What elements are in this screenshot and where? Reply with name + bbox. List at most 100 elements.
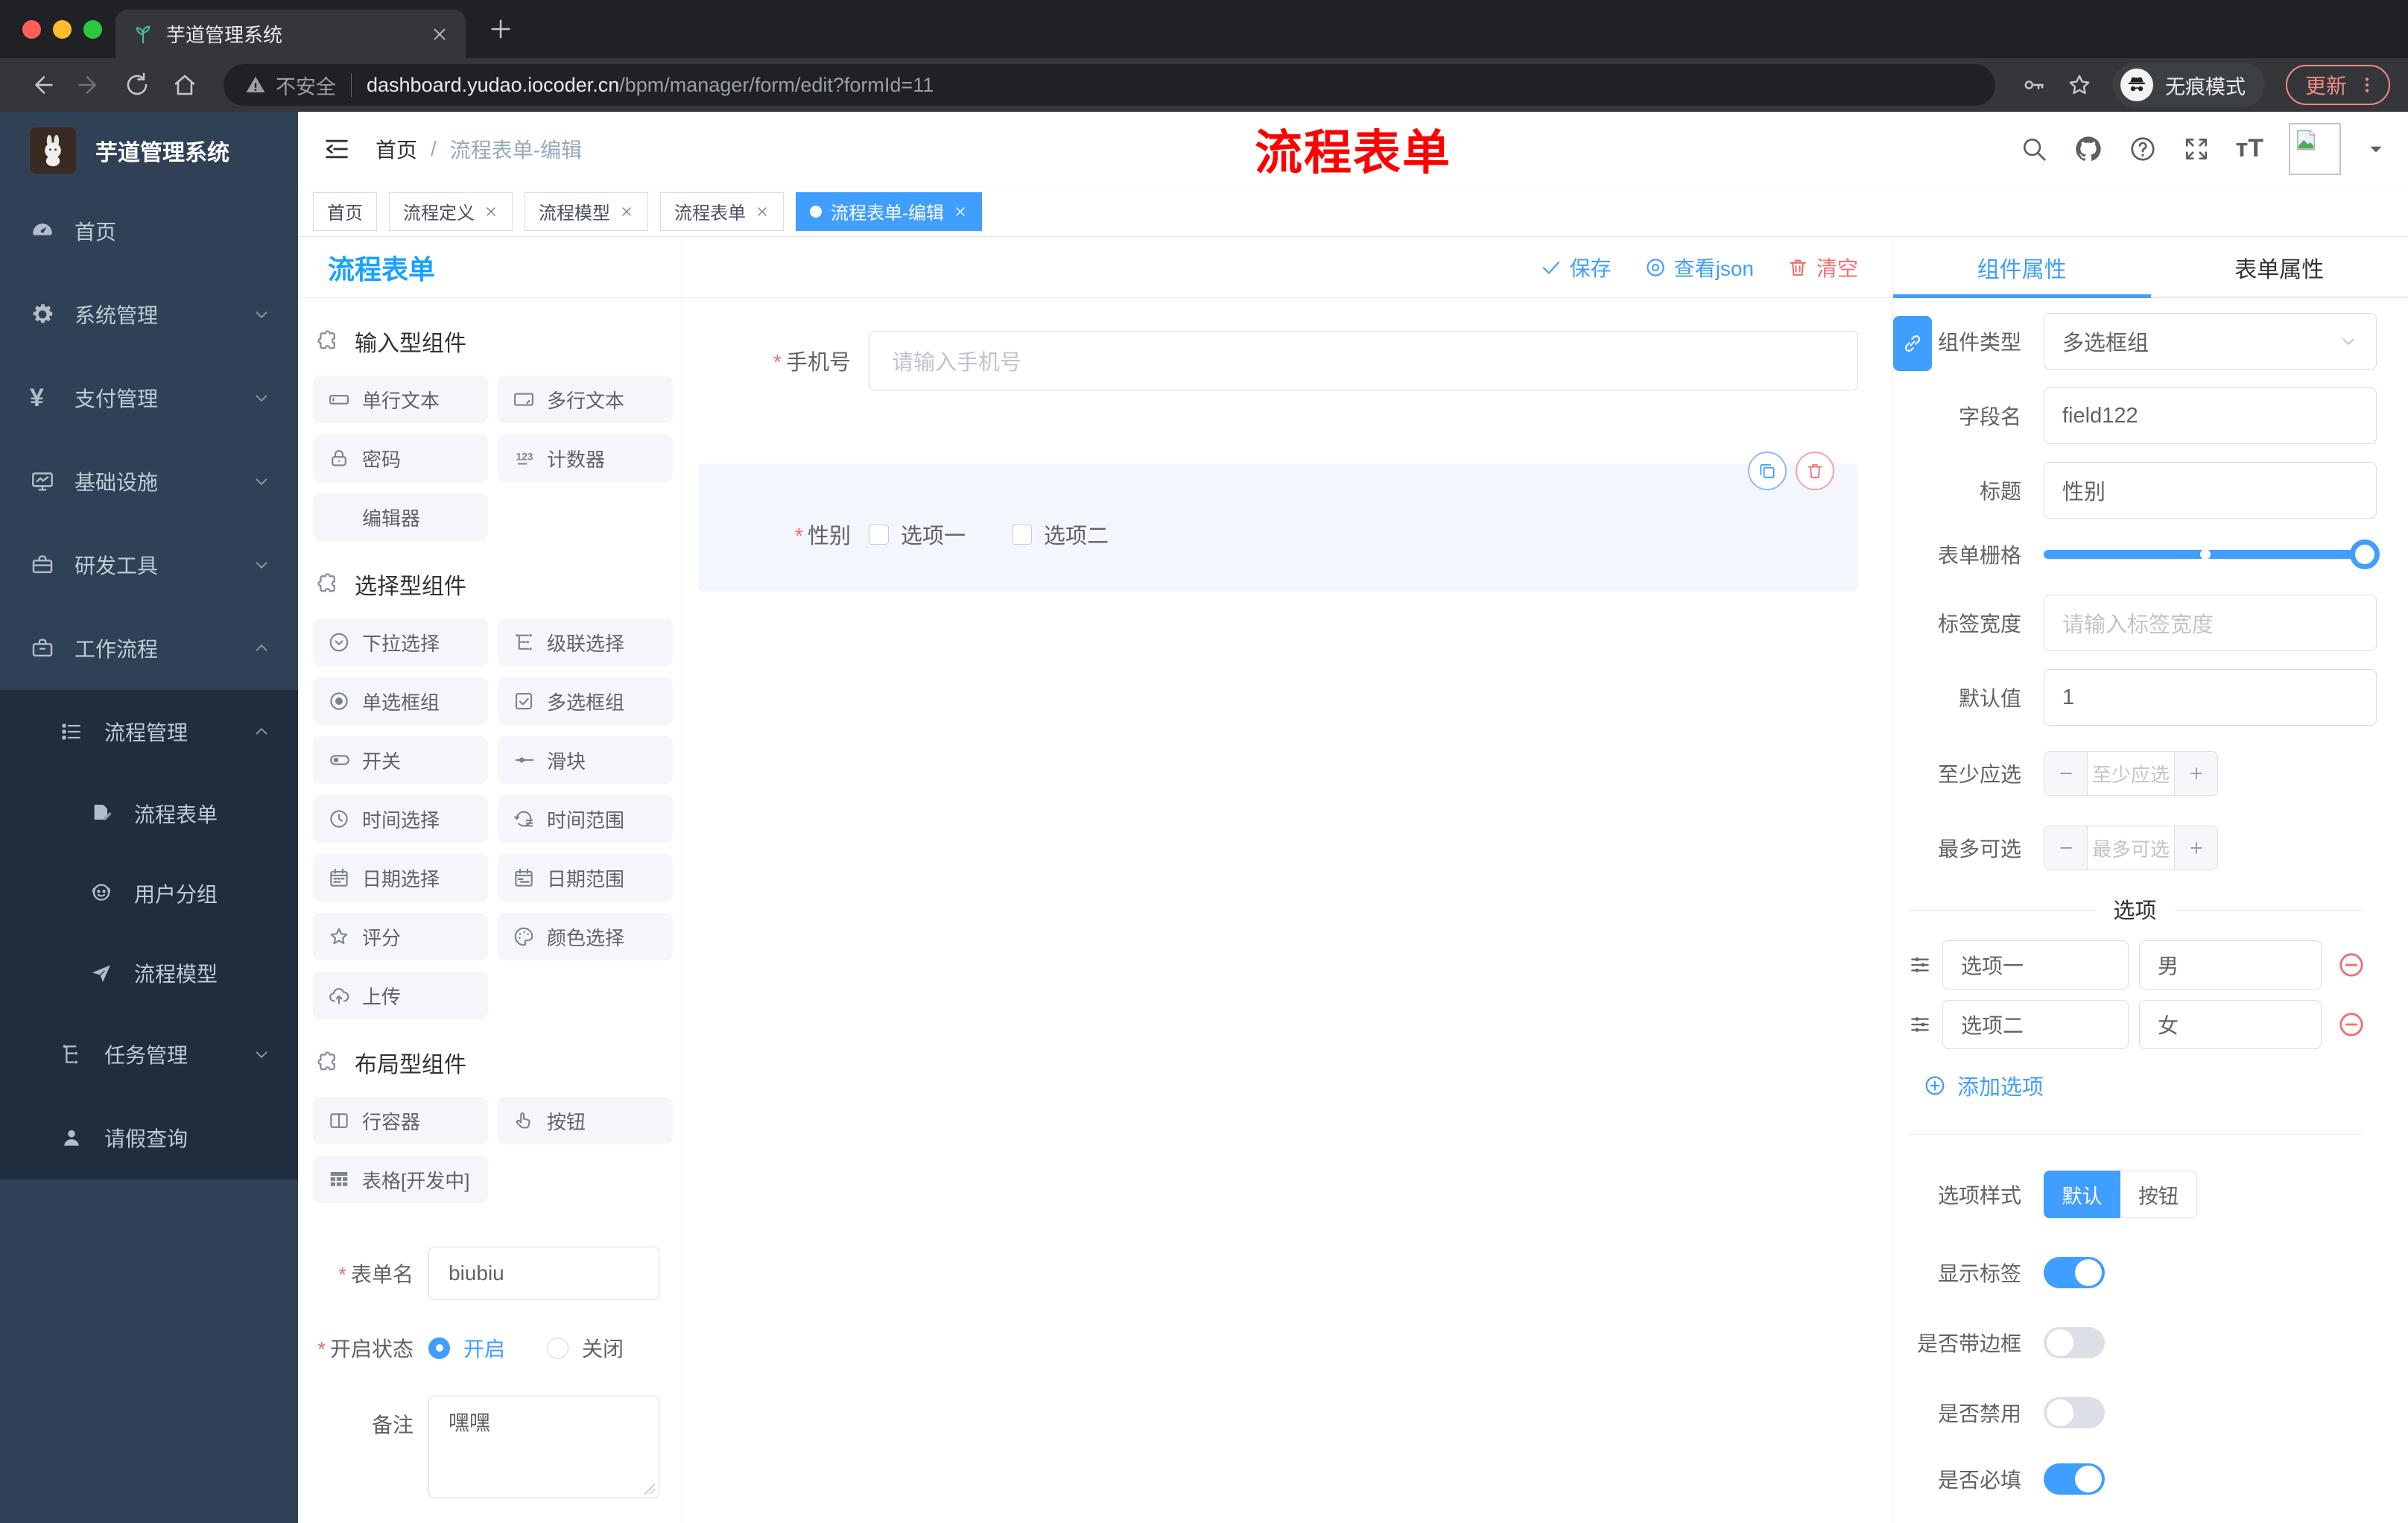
- tag-process-form[interactable]: 流程表单: [660, 191, 784, 231]
- bookmark-star-icon[interactable]: [2067, 72, 2092, 98]
- sidebar-item-task-mgmt[interactable]: 任务管理: [0, 1013, 298, 1096]
- avatar-broken-image[interactable]: [2289, 122, 2341, 175]
- canvas-field-phone[interactable]: 手机号 请输入手机号: [698, 331, 1858, 390]
- palette-item-slider[interactable]: 滑块: [498, 736, 673, 784]
- tag-home[interactable]: 首页: [313, 191, 377, 231]
- browser-menu-kebab-icon[interactable]: [2357, 75, 2377, 95]
- max-select-input[interactable]: 最多可选: [2088, 826, 2174, 870]
- caret-down-icon[interactable]: [2366, 139, 2386, 159]
- phone-input[interactable]: 请输入手机号: [869, 331, 1858, 390]
- canvas-body[interactable]: 手机号 请输入手机号: [683, 298, 1892, 1523]
- sidebar-item-infrastructure[interactable]: 基础设施: [0, 440, 298, 523]
- slider-handle[interactable]: [2350, 539, 2380, 569]
- border-toggle[interactable]: [2044, 1327, 2105, 1358]
- drag-handle-icon[interactable]: [1908, 1013, 1932, 1036]
- required-toggle[interactable]: [2044, 1463, 2105, 1495]
- sidebar-item-dev-tools[interactable]: 研发工具: [0, 523, 298, 607]
- tag-close-icon[interactable]: [755, 204, 770, 219]
- option-value-input[interactable]: 女: [2139, 1000, 2322, 1049]
- style-button-button[interactable]: 按钮: [2120, 1171, 2197, 1218]
- sidebar-item-user-groups[interactable]: 用户分组: [0, 853, 298, 933]
- sidebar-item-process-form[interactable]: 流程表单: [0, 773, 298, 853]
- zoom-window-button[interactable]: [83, 19, 102, 39]
- sidebar-item-payment[interactable]: ¥ 支付管理: [0, 356, 298, 440]
- update-button[interactable]: 更新: [2285, 65, 2390, 105]
- option-value-input[interactable]: 男: [2139, 940, 2322, 990]
- save-button[interactable]: 保存: [1540, 253, 1612, 282]
- show-label-toggle[interactable]: [2044, 1257, 2105, 1288]
- palette-item-multi-line-text[interactable]: 多行文本: [498, 376, 673, 423]
- forward-icon[interactable]: [76, 72, 103, 98]
- tab-form-props[interactable]: 表单属性: [2151, 237, 2408, 298]
- address-bar[interactable]: 不安全 dashboard.yudao.iocoder.cn/bpm/manag…: [224, 64, 1995, 106]
- view-json-button[interactable]: 查看json: [1644, 253, 1754, 282]
- window-controls[interactable]: [0, 19, 123, 39]
- stepper-minus-button[interactable]: [2044, 752, 2088, 795]
- gender-option-1-checkbox[interactable]: 选项一: [869, 519, 966, 550]
- tag-close-icon[interactable]: [619, 204, 634, 219]
- add-option-button[interactable]: 添加选项: [1923, 1070, 2377, 1101]
- tag-process-definition[interactable]: 流程定义: [389, 191, 513, 231]
- palette-item-rate[interactable]: 评分: [313, 913, 488, 960]
- font-size-icon[interactable]: ᴛT: [2236, 134, 2263, 163]
- palette-item-radio-group[interactable]: 单选框组: [313, 677, 488, 725]
- status-radio-on[interactable]: 开启: [428, 1333, 505, 1363]
- sidebar-item-system[interactable]: 系统管理: [0, 273, 298, 356]
- palette-item-button[interactable]: 按钮: [498, 1097, 673, 1144]
- palette-item-color-picker[interactable]: 颜色选择: [498, 913, 673, 960]
- field-name-input[interactable]: field122: [2044, 387, 2377, 444]
- form-grid-slider[interactable]: [2044, 539, 2380, 569]
- palette-item-time-picker[interactable]: 时间选择: [313, 795, 488, 843]
- form-remark-textarea[interactable]: 嘿嘿: [428, 1396, 659, 1498]
- copy-component-button[interactable]: [1748, 452, 1787, 490]
- palette-item-table[interactable]: 表格[开发中]: [313, 1156, 488, 1203]
- status-radio-off[interactable]: 关闭: [547, 1333, 624, 1363]
- palette-item-date-picker[interactable]: 日期选择: [313, 854, 488, 902]
- palette-item-select[interactable]: 下拉选择: [313, 618, 488, 666]
- default-value-input[interactable]: 1: [2044, 669, 2377, 726]
- tag-close-icon[interactable]: [484, 204, 498, 219]
- new-tab-button[interactable]: [488, 16, 513, 42]
- gender-option-2-checkbox[interactable]: 选项二: [1012, 519, 1109, 550]
- tab-component-props[interactable]: 组件属性: [1893, 237, 2151, 298]
- palette-item-switch[interactable]: 开关: [313, 736, 488, 784]
- palette-item-checkbox-group[interactable]: 多选框组: [498, 677, 673, 725]
- link-handle-button[interactable]: [1893, 316, 1932, 371]
- remove-option-button[interactable]: [2336, 1010, 2366, 1039]
- option-label-input[interactable]: 选项一: [1942, 940, 2129, 990]
- stepper-plus-button[interactable]: [2174, 752, 2217, 795]
- tag-process-form-edit[interactable]: 流程表单-编辑: [796, 191, 982, 231]
- palette-item-row-container[interactable]: 行容器: [313, 1097, 488, 1144]
- browser-tab[interactable]: 芋道管理系统: [115, 10, 466, 58]
- sidebar-item-leave-query[interactable]: 请假查询: [0, 1096, 298, 1180]
- palette-item-cascader[interactable]: 级联选择: [498, 618, 673, 666]
- fullscreen-icon[interactable]: [2182, 135, 2211, 163]
- search-icon[interactable]: [2020, 135, 2048, 163]
- sidebar-item-process-model[interactable]: 流程模型: [0, 933, 298, 1013]
- remove-option-button[interactable]: [2336, 950, 2366, 980]
- palette-item-date-range[interactable]: 日期范围: [498, 854, 673, 902]
- help-icon[interactable]: [2129, 135, 2157, 163]
- close-window-button[interactable]: [22, 19, 41, 39]
- sidebar-fold-icon[interactable]: [322, 134, 352, 164]
- home-icon[interactable]: [171, 72, 198, 98]
- palette-item-upload[interactable]: 上传: [313, 972, 488, 1019]
- canvas-field-gender-selected[interactable]: 性别 选项一 选项二: [698, 452, 1858, 592]
- palette-item-password[interactable]: 密码: [313, 434, 488, 482]
- back-icon[interactable]: [28, 72, 55, 98]
- stepper-minus-button[interactable]: [2044, 826, 2088, 870]
- stepper-plus-button[interactable]: [2174, 826, 2217, 870]
- tag-close-icon[interactable]: [953, 204, 968, 219]
- breadcrumb-home[interactable]: 首页: [376, 134, 417, 164]
- min-select-input[interactable]: 至少应选: [2088, 752, 2174, 795]
- palette-item-editor[interactable]: 编辑器: [313, 493, 488, 541]
- sidebar-item-process-mgmt[interactable]: 流程管理: [0, 690, 298, 773]
- password-key-icon[interactable]: [2021, 72, 2046, 98]
- palette-item-counter[interactable]: 123 计数器: [498, 434, 673, 482]
- sidebar-item-home[interactable]: 首页: [0, 189, 298, 273]
- palette-item-single-line-text[interactable]: 单行文本: [313, 376, 488, 423]
- clear-button[interactable]: 清空: [1787, 253, 1858, 282]
- tab-close-icon[interactable]: [430, 25, 449, 44]
- sidebar-item-workflow[interactable]: 工作流程: [0, 607, 298, 690]
- form-name-input[interactable]: biubiu: [428, 1247, 659, 1300]
